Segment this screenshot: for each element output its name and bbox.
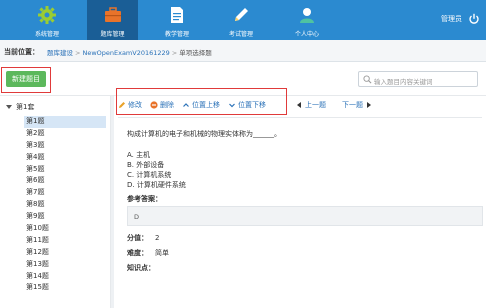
divider xyxy=(118,117,482,118)
tree-item[interactable]: 第5题 xyxy=(24,164,106,176)
tree-item[interactable]: 第10题 xyxy=(24,223,106,235)
tree-item[interactable]: 第6题 xyxy=(24,175,106,187)
difficulty-label: 难度： xyxy=(127,249,148,257)
tree-item[interactable]: 第3题 xyxy=(24,140,106,152)
tree-list: 第1题 第2题 第3题 第4题 第5题 第6题 第7题 第8题 第9题 第10题… xyxy=(24,116,106,294)
new-question-button[interactable]: 新建题目 xyxy=(6,71,46,87)
nav-item-system[interactable]: 系统管理 xyxy=(30,0,64,40)
question-stem: 构成计算机的电子和机械的物理实体称为______。 xyxy=(127,130,281,138)
tree-item[interactable]: 第2题 xyxy=(24,128,106,140)
chevron-down-icon[interactable] xyxy=(6,105,12,109)
answer-box: D xyxy=(127,206,483,226)
nav-label: 个人中心 xyxy=(294,31,319,38)
score-row: 分值： 2 xyxy=(127,233,159,243)
difficulty-value: 简单 xyxy=(155,249,169,257)
pager: 上一题 下一题 xyxy=(297,96,371,114)
breadcrumb-link[interactable]: NewOpenExamV20161229 xyxy=(82,49,169,57)
caret-right-icon[interactable] xyxy=(367,102,371,108)
difficulty-row: 难度： 简单 xyxy=(127,248,169,258)
tree-item[interactable]: 第14题 xyxy=(24,271,106,283)
user-area: 管理员 xyxy=(441,10,480,28)
pencil-icon xyxy=(235,8,248,21)
caret-left-icon[interactable] xyxy=(297,102,301,108)
option-item: C. 计算机系统 xyxy=(127,171,172,179)
next-question-link[interactable]: 下一题 xyxy=(342,100,363,110)
nav-label: 教学管理 xyxy=(164,31,189,38)
search-input[interactable]: 输入题目内容关键词 xyxy=(358,71,478,87)
answer-label: 参考答案： xyxy=(127,195,162,203)
search-placeholder: 输入题目内容关键词 xyxy=(374,78,433,86)
options-list: A. 主机 B. 外部设备 C. 计算机系统 D. 计算机硬件系统 xyxy=(127,150,186,190)
breadcrumb-path: 题库建设 > NewOpenExamV20161229 > 单项选择题 xyxy=(47,49,212,57)
breadcrumb-leaf: 单项选择题 xyxy=(179,49,212,57)
question-detail: 修改 删除 位置上移 位置下移 上一题 下一题 构成计算机的电子和机械的物理实体… xyxy=(114,96,486,308)
highlight-box xyxy=(116,88,287,115)
option-item: B. 外部设备 xyxy=(127,161,165,169)
breadcrumb: 当前位置： 题库建设 > NewOpenExamV20161229 > 单项选择题 xyxy=(0,40,486,62)
tree-item[interactable]: 第13题 xyxy=(24,259,106,271)
breadcrumb-current-label: 当前位置： xyxy=(4,48,39,56)
tree-item[interactable]: 第12题 xyxy=(24,247,106,259)
username[interactable]: 管理员 xyxy=(441,14,462,24)
option-item: D. 计算机硬件系统 xyxy=(127,181,186,189)
power-icon[interactable] xyxy=(468,13,480,25)
nav-item-exam[interactable]: 考试管理 xyxy=(224,0,258,40)
briefcase-icon xyxy=(104,7,121,22)
knowledge-row: 知识点： xyxy=(127,263,155,273)
search-icon xyxy=(363,75,372,84)
breadcrumb-link[interactable]: 题库建设 xyxy=(47,49,73,57)
prev-question-link[interactable]: 上一题 xyxy=(305,100,326,110)
nav-label: 题库管理 xyxy=(100,31,125,38)
tree-item[interactable]: 第9题 xyxy=(24,211,106,223)
option-item: A. 主机 xyxy=(127,151,151,159)
score-label: 分值： xyxy=(127,234,148,242)
question-tree: 第1套 第1题 第2题 第3题 第4题 第5题 第6题 第7题 第8题 第9题 … xyxy=(0,96,111,308)
nav-label: 考试管理 xyxy=(228,31,253,38)
nav-label: 系统管理 xyxy=(34,31,59,38)
tree-item[interactable]: 第1题 xyxy=(24,116,106,128)
score-value: 2 xyxy=(155,234,160,242)
user-icon xyxy=(300,8,314,23)
tree-root[interactable]: 第1套 xyxy=(6,102,34,112)
nav-item-teaching[interactable]: 教学管理 xyxy=(160,0,194,40)
tree-item[interactable]: 第4题 xyxy=(24,152,106,164)
document-icon xyxy=(171,7,183,23)
gear-icon xyxy=(38,6,56,24)
tree-item[interactable]: 第11题 xyxy=(24,235,106,247)
nav-item-personal[interactable]: 个人中心 xyxy=(290,0,324,40)
nav-item-question-bank[interactable]: 题库管理 xyxy=(87,0,138,40)
answer-value: D xyxy=(134,213,140,221)
top-nav-bar: 系统管理 题库管理 教学管理 考试管理 个人中心 管理员 xyxy=(0,0,486,40)
tree-item[interactable]: 第15题 xyxy=(24,282,106,294)
tree-root-label: 第1套 xyxy=(16,103,35,111)
tree-item[interactable]: 第8题 xyxy=(24,199,106,211)
knowledge-label: 知识点： xyxy=(127,264,155,272)
tree-item[interactable]: 第7题 xyxy=(24,187,106,199)
